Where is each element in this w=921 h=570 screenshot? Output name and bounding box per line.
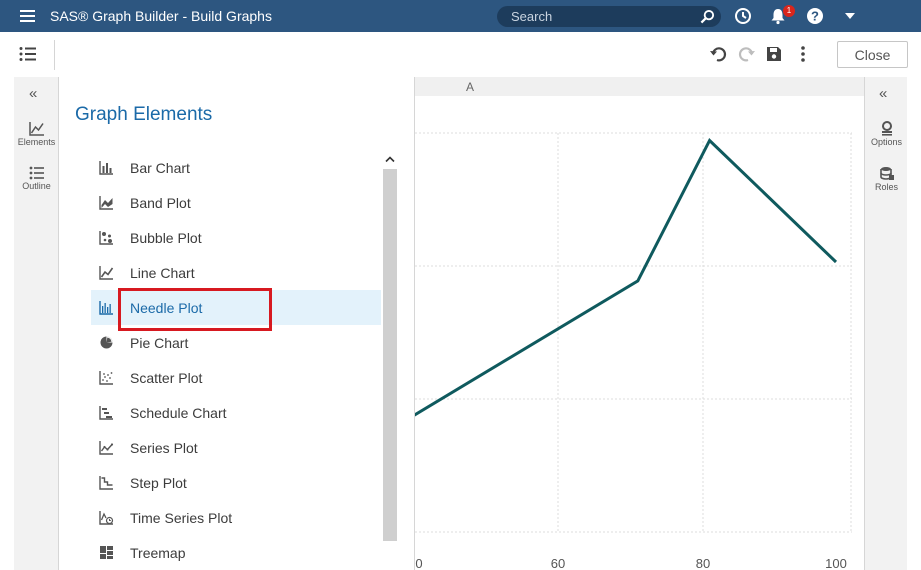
bar-chart-icon [99, 161, 113, 175]
list-item-treemap[interactable]: Treemap [59, 535, 389, 570]
rail-roles-button[interactable]: Roles [865, 166, 908, 202]
list-item-step-plot[interactable]: Step Plot [59, 465, 389, 500]
search-icon[interactable] [700, 9, 715, 24]
list-item-line-chart[interactable]: Line Chart [59, 255, 389, 290]
list-item-label: Treemap [130, 545, 186, 561]
schedule-chart-icon [99, 406, 113, 420]
roles-icon [879, 167, 894, 180]
toolbar-divider [54, 40, 55, 70]
list-item-bar-chart[interactable]: Bar Chart [59, 150, 389, 185]
recent-activity-icon[interactable] [734, 7, 752, 25]
rail-elements-button[interactable]: Elements [14, 121, 59, 157]
list-item-band-plot[interactable]: Band Plot [59, 185, 389, 220]
rail-roles-label: Roles [874, 182, 898, 192]
notification-count-badge: 1 [783, 5, 795, 17]
x-tick-label: 80 [696, 556, 710, 570]
rail-outline-button[interactable]: Outline [14, 166, 59, 202]
list-item-label: Bubble Plot [130, 230, 202, 246]
list-item-scatter-plot[interactable]: Scatter Plot [59, 360, 389, 395]
more-options-icon[interactable] [794, 45, 812, 63]
rail-options-label: Options [870, 137, 903, 147]
pane-scrollbar[interactable] [383, 150, 397, 570]
list-item-series-plot[interactable]: Series Plot [59, 430, 389, 465]
list-item-label: Band Plot [130, 195, 191, 211]
collapse-left-rail-button[interactable]: « [29, 85, 37, 102]
scroll-thumb[interactable] [383, 169, 397, 541]
line-chart-icon [99, 266, 114, 280]
user-menu-chevron-down-icon[interactable] [845, 13, 855, 19]
step-plot-icon [99, 476, 113, 490]
close-button[interactable]: Close [837, 41, 908, 68]
list-item-label: Pie Chart [130, 335, 189, 351]
list-item-time-series-plot[interactable]: Time Series Plot [59, 500, 389, 535]
rail-outline-label: Outline [22, 181, 51, 191]
search-input[interactable] [511, 8, 691, 25]
pane-title: Graph Elements [75, 104, 213, 125]
list-item-bubble-plot[interactable]: Bubble Plot [59, 220, 389, 255]
line-chart-icon [28, 122, 44, 136]
time-series-plot-icon [99, 511, 114, 525]
list-item-label: Schedule Chart [130, 405, 227, 421]
hamburger-menu-icon[interactable] [20, 10, 35, 22]
workspace: « Elements Outline Graph Elements Bar Ch… [14, 77, 907, 570]
toolbar: Close [0, 32, 921, 77]
rail-elements-label: Elements [17, 137, 56, 147]
help-icon[interactable]: ? [806, 7, 824, 25]
bubble-plot-icon [99, 231, 113, 245]
options-icon [881, 121, 892, 136]
save-icon[interactable] [765, 45, 783, 63]
scatter-plot-icon [99, 371, 113, 385]
column-header-label: A [466, 80, 475, 94]
line-chart[interactable]: 0 60 80 100 [415, 96, 864, 570]
needle-plot-highlight [118, 288, 272, 331]
redo-icon[interactable] [738, 45, 756, 63]
search-box[interactable] [497, 6, 721, 27]
app-title: SAS® Graph Builder - Build Graphs [50, 8, 272, 24]
canvas-column-header: A [415, 77, 864, 96]
svg-text:?: ? [811, 9, 819, 24]
x-tick-label: 60 [551, 556, 565, 570]
series-line[interactable] [415, 138, 838, 417]
scroll-up-button[interactable] [383, 150, 397, 167]
collapse-right-rail-button[interactable]: « [879, 85, 887, 102]
list-view-icon[interactable] [19, 46, 37, 62]
graph-elements-list: Bar Chart Band Plot Bubble Plot Line Cha… [59, 150, 389, 570]
list-item-label: Series Plot [130, 440, 198, 456]
list-item-label: Bar Chart [130, 160, 190, 176]
rail-options-button[interactable]: Options [865, 121, 908, 157]
chevron-up-icon [385, 156, 395, 163]
x-tick-label: 0 [415, 556, 422, 570]
left-rail: « Elements Outline [14, 77, 59, 570]
list-item-label: Time Series Plot [130, 510, 233, 526]
list-icon [29, 166, 44, 180]
list-item-label: Step Plot [130, 475, 187, 491]
graph-canvas[interactable]: A 0 60 80 100 [415, 77, 864, 570]
right-rail: « Options Roles [864, 77, 907, 570]
undo-icon[interactable] [709, 45, 727, 63]
graph-elements-pane: Graph Elements Bar Chart Band Plot Bubbl… [59, 77, 415, 570]
series-plot-icon [99, 441, 114, 455]
treemap-icon [100, 546, 113, 559]
list-item-label: Scatter Plot [130, 370, 203, 386]
needle-plot-icon [99, 301, 113, 315]
list-item-schedule-chart[interactable]: Schedule Chart [59, 395, 389, 430]
app-header: SAS® Graph Builder - Build Graphs 1 ? [0, 0, 921, 32]
band-plot-icon [99, 196, 113, 210]
list-item-label: Line Chart [130, 265, 195, 281]
pie-chart-icon [100, 336, 113, 349]
x-tick-label: 100 [825, 556, 847, 570]
